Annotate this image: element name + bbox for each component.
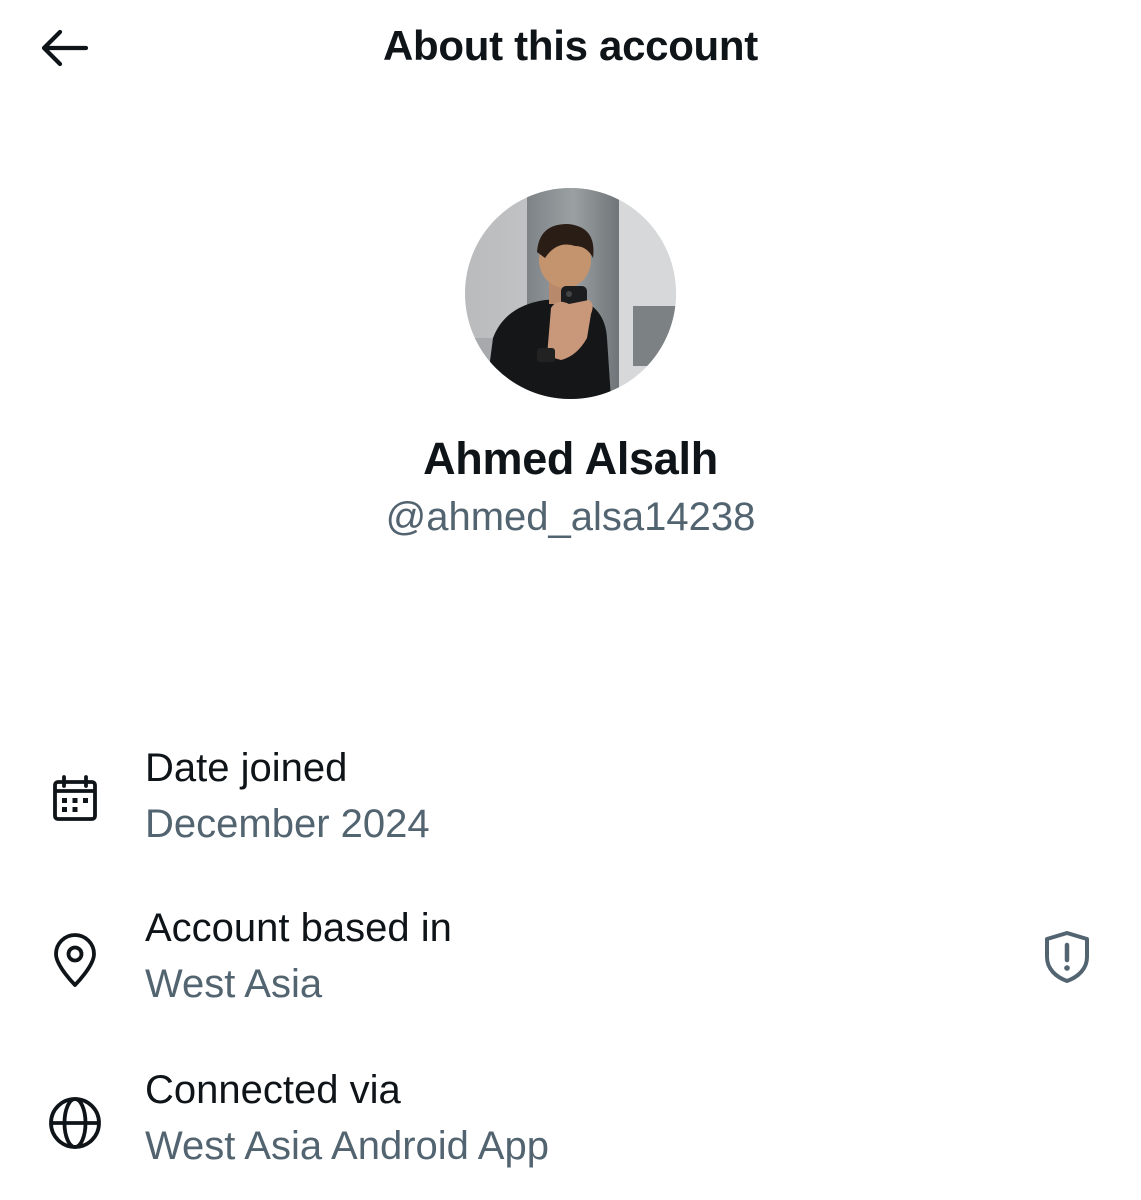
- display-name: Ahmed Alsalh: [423, 433, 718, 484]
- date-joined-row: Date joined December 2024: [0, 746, 1141, 876]
- shield-alert-button[interactable]: [1036, 926, 1098, 988]
- date-joined-value: December 2024: [145, 802, 430, 846]
- connected-via-value: West Asia Android App: [145, 1124, 549, 1168]
- avatar[interactable]: [465, 188, 676, 399]
- calendar-icon: [44, 768, 106, 830]
- connected-via-label: Connected via: [145, 1068, 401, 1112]
- location-pin-icon: [44, 930, 106, 992]
- globe-icon: [44, 1092, 106, 1154]
- date-joined-label: Date joined: [145, 746, 348, 790]
- account-based-in-label: Account based in: [145, 906, 452, 950]
- page-title: About this account: [383, 22, 758, 69]
- account-based-in-value: West Asia: [145, 962, 323, 1006]
- shield-alert-icon: [1045, 931, 1089, 983]
- account-handle: @ahmed_alsa14238: [385, 495, 756, 539]
- connected-via-row: Connected via West Asia Android App: [0, 1068, 1141, 1198]
- about-account-page: About this account Ahmed Alsalh @ahmed_a…: [0, 0, 1141, 1200]
- account-based-in-row: Account based in West Asia: [0, 906, 1141, 1036]
